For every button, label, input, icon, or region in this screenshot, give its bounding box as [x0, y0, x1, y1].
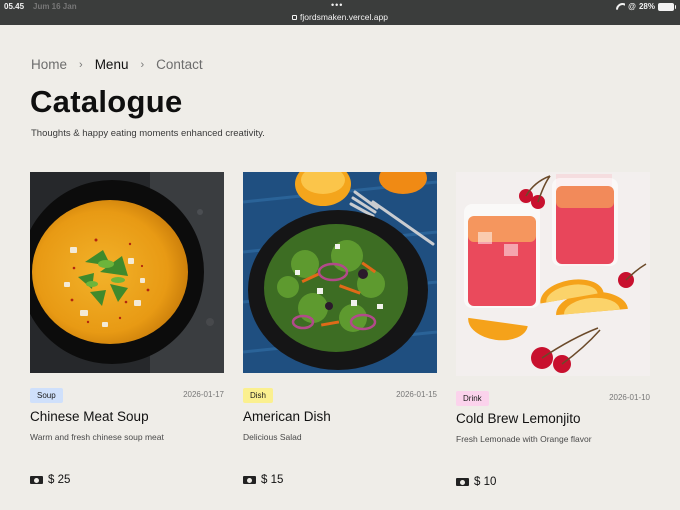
catalogue-card[interactable]: Drink 2026-01-10 Cold Brew Lemonjito Fre…	[456, 172, 650, 488]
card-description: Delicious Salad	[243, 432, 302, 442]
card-description: Fresh Lemonade with Orange flavor	[456, 434, 592, 444]
drink-illustration	[456, 172, 650, 376]
category-badge: Soup	[30, 388, 63, 403]
card-date: 2026-01-10	[609, 393, 650, 402]
price-value: $ 15	[261, 474, 284, 486]
battery-icon	[658, 2, 676, 11]
more-dots-icon[interactable]: •••	[331, 0, 343, 10]
money-icon	[243, 476, 256, 484]
catalogue-card[interactable]: Dish 2026-01-15 American Dish Delicious …	[243, 172, 437, 486]
address-url: fjordsmaken.vercel.app	[300, 12, 388, 22]
breadcrumb-contact[interactable]: Contact	[156, 57, 203, 72]
card-title[interactable]: American Dish	[243, 409, 331, 424]
card-meta: Drink 2026-01-10	[456, 391, 650, 406]
price-value: $ 25	[48, 474, 71, 486]
money-icon	[456, 478, 469, 486]
card-price: $ 25	[30, 474, 70, 486]
price-value: $ 10	[474, 476, 497, 488]
battery-percent: 28%	[638, 2, 655, 11]
chevron-right-icon: ›	[79, 58, 83, 71]
status-icons: @ 28%	[616, 2, 676, 11]
breadcrumb: Home › Menu › Contact	[31, 57, 203, 72]
lock-icon	[292, 15, 298, 20]
status-bar: 05.45 Jum 16 Jan ••• fjordsmaken.vercel.…	[0, 0, 680, 25]
money-icon	[30, 476, 43, 484]
category-badge: Drink	[456, 391, 489, 406]
card-date: 2026-01-15	[396, 390, 437, 399]
soup-illustration	[30, 172, 224, 373]
card-date: 2026-01-17	[183, 390, 224, 399]
address-bar[interactable]: fjordsmaken.vercel.app	[0, 12, 680, 22]
drink-image[interactable]	[456, 172, 650, 376]
page-subtitle: Thoughts & happy eating moments enhanced…	[31, 128, 265, 139]
status-date: Jum 16 Jan	[33, 2, 77, 11]
page-title: Catalogue	[30, 84, 183, 119]
card-meta: Soup 2026-01-17	[30, 388, 224, 403]
wifi-icon	[616, 3, 625, 10]
salad-image[interactable]	[243, 172, 437, 373]
card-title[interactable]: Chinese Meat Soup	[30, 409, 149, 424]
chevron-right-icon: ›	[140, 58, 145, 71]
card-price: $ 15	[243, 474, 283, 486]
card-description: Warm and fresh chinese soup meat	[30, 432, 164, 442]
breadcrumb-home[interactable]: Home	[31, 57, 67, 72]
salad-illustration	[243, 172, 437, 373]
card-price: $ 10	[456, 476, 496, 488]
category-badge: Dish	[243, 388, 274, 403]
catalogue-card[interactable]: Soup 2026-01-17 Chinese Meat Soup Warm a…	[30, 172, 224, 486]
at-icon: @	[628, 2, 636, 11]
status-time: 05.45	[4, 2, 25, 11]
card-meta: Dish 2026-01-15	[243, 388, 437, 403]
soup-image[interactable]	[30, 172, 224, 373]
card-title[interactable]: Cold Brew Lemonjito	[456, 411, 581, 426]
breadcrumb-menu[interactable]: Menu	[95, 57, 129, 72]
